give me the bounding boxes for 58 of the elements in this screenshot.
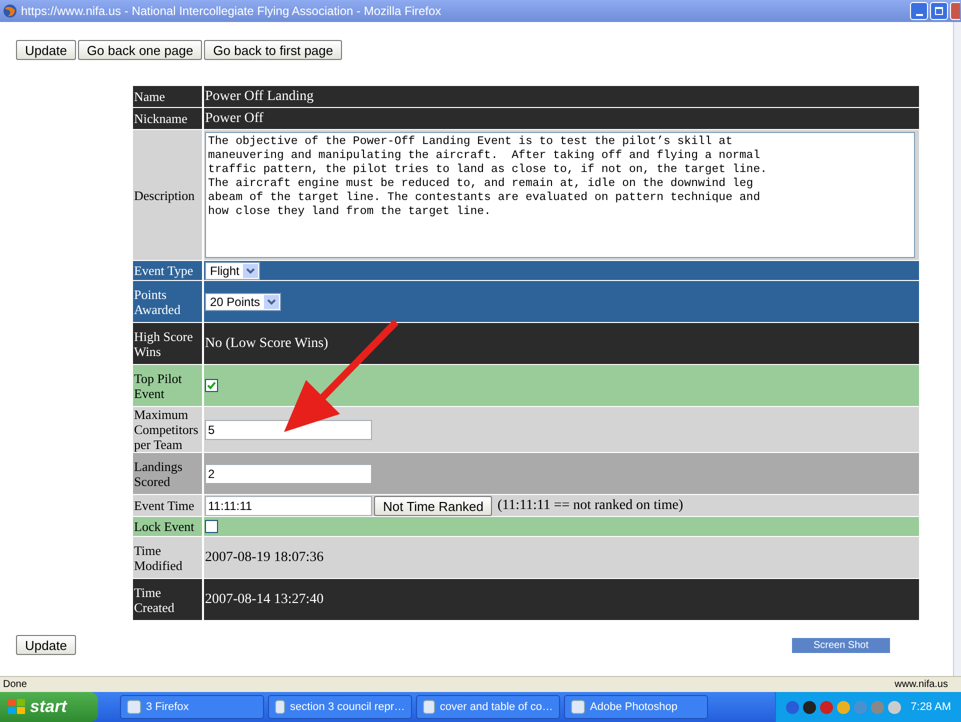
label-cell: Event Time xyxy=(133,495,202,516)
dropdown[interactable]: Flight xyxy=(205,262,260,280)
app-icon xyxy=(127,700,141,714)
status-text: Done xyxy=(3,678,27,692)
tray-icon xyxy=(836,700,850,714)
checkbox[interactable] xyxy=(205,520,218,533)
not-time-ranked-button[interactable]: Not Time Ranked xyxy=(374,496,492,516)
app-icon xyxy=(275,700,286,714)
label-cell: Name xyxy=(133,86,202,107)
note-text: (11:11:11 == not ranked on time) xyxy=(497,497,684,515)
screen-shot-button[interactable]: Screen Shot xyxy=(792,638,890,652)
update-button[interactable]: Update xyxy=(16,635,76,655)
app-icon xyxy=(571,700,585,714)
taskbar-button[interactable]: Adobe Photoshop xyxy=(564,695,708,719)
tray-icon xyxy=(854,700,867,714)
label-cell: Maximum Competitors per Team xyxy=(133,407,202,452)
checkbox[interactable] xyxy=(205,379,218,392)
clock: 7:28 AM xyxy=(910,700,951,715)
minimize-button[interactable] xyxy=(910,2,928,20)
tray-icon xyxy=(888,700,901,714)
text-input[interactable]: 2 xyxy=(205,464,372,484)
label-cell: Nickname xyxy=(133,108,202,129)
browser-logo-icon xyxy=(3,4,17,18)
tray-icon xyxy=(802,700,816,714)
label-cell: Time Created xyxy=(133,579,202,620)
status-url: www.nifa.us xyxy=(894,678,948,692)
chevron-down-icon xyxy=(243,264,258,278)
text-input[interactable]: 5 xyxy=(205,420,372,440)
time-input[interactable]: 11:11:11 xyxy=(205,496,372,516)
label-cell: High Score Wins xyxy=(133,323,202,364)
label-cell: Event Type xyxy=(133,261,202,280)
chevron-down-icon xyxy=(264,294,280,308)
taskbar-button[interactable]: cover and table of co… xyxy=(416,695,560,719)
dropdown[interactable]: 20 Points xyxy=(205,292,282,310)
nav-button[interactable]: Update xyxy=(16,40,76,60)
nav-button[interactable]: Go back one page xyxy=(78,40,202,60)
field-value: Power Off xyxy=(205,110,264,128)
taskbar-button[interactable]: 3 Firefox xyxy=(120,695,264,719)
windows-logo-icon xyxy=(8,699,26,715)
app-icon xyxy=(423,700,435,714)
field-value: Power Off Landing xyxy=(205,88,314,106)
tray-icon xyxy=(820,700,833,714)
nav-button[interactable]: Go back to first page xyxy=(204,40,342,60)
label-cell: Time Modified xyxy=(133,537,202,578)
tray-icon xyxy=(786,700,799,714)
label-cell: Description xyxy=(133,130,202,260)
taskbar-button[interactable]: section 3 council repr… xyxy=(268,695,412,719)
field-value: No (Low Score Wins) xyxy=(205,335,328,353)
field-value: 2007-08-14 13:27:40 xyxy=(205,591,324,609)
description-textarea[interactable]: The objective of the Power-Off Landing Event is to test the pilot’s skill at maneuvering and manipulating the aircraft. After taking off and flying a normal traffic pattern, the pilot tries to land as close to, if not on, the target line. The aircraft engine must be reduced to, and remain at, idle on the downwind leg abeam of the target line. The contestants are evaluated on pattern technique and how close they land from the target line. xyxy=(205,132,915,258)
window-title: https://www.nifa.us - National Intercollegiate Flying Association - Mozilla Firefox xyxy=(21,3,442,20)
field-value: 2007-08-19 18:07:36 xyxy=(205,549,324,567)
restore-button[interactable] xyxy=(930,2,948,20)
label-cell: Top Pilot Event xyxy=(133,365,202,406)
tray-icon xyxy=(870,700,884,714)
label-cell: Lock Event xyxy=(133,517,202,536)
label-cell: Points Awarded xyxy=(133,281,202,322)
label-cell: Landings Scored xyxy=(133,453,202,494)
